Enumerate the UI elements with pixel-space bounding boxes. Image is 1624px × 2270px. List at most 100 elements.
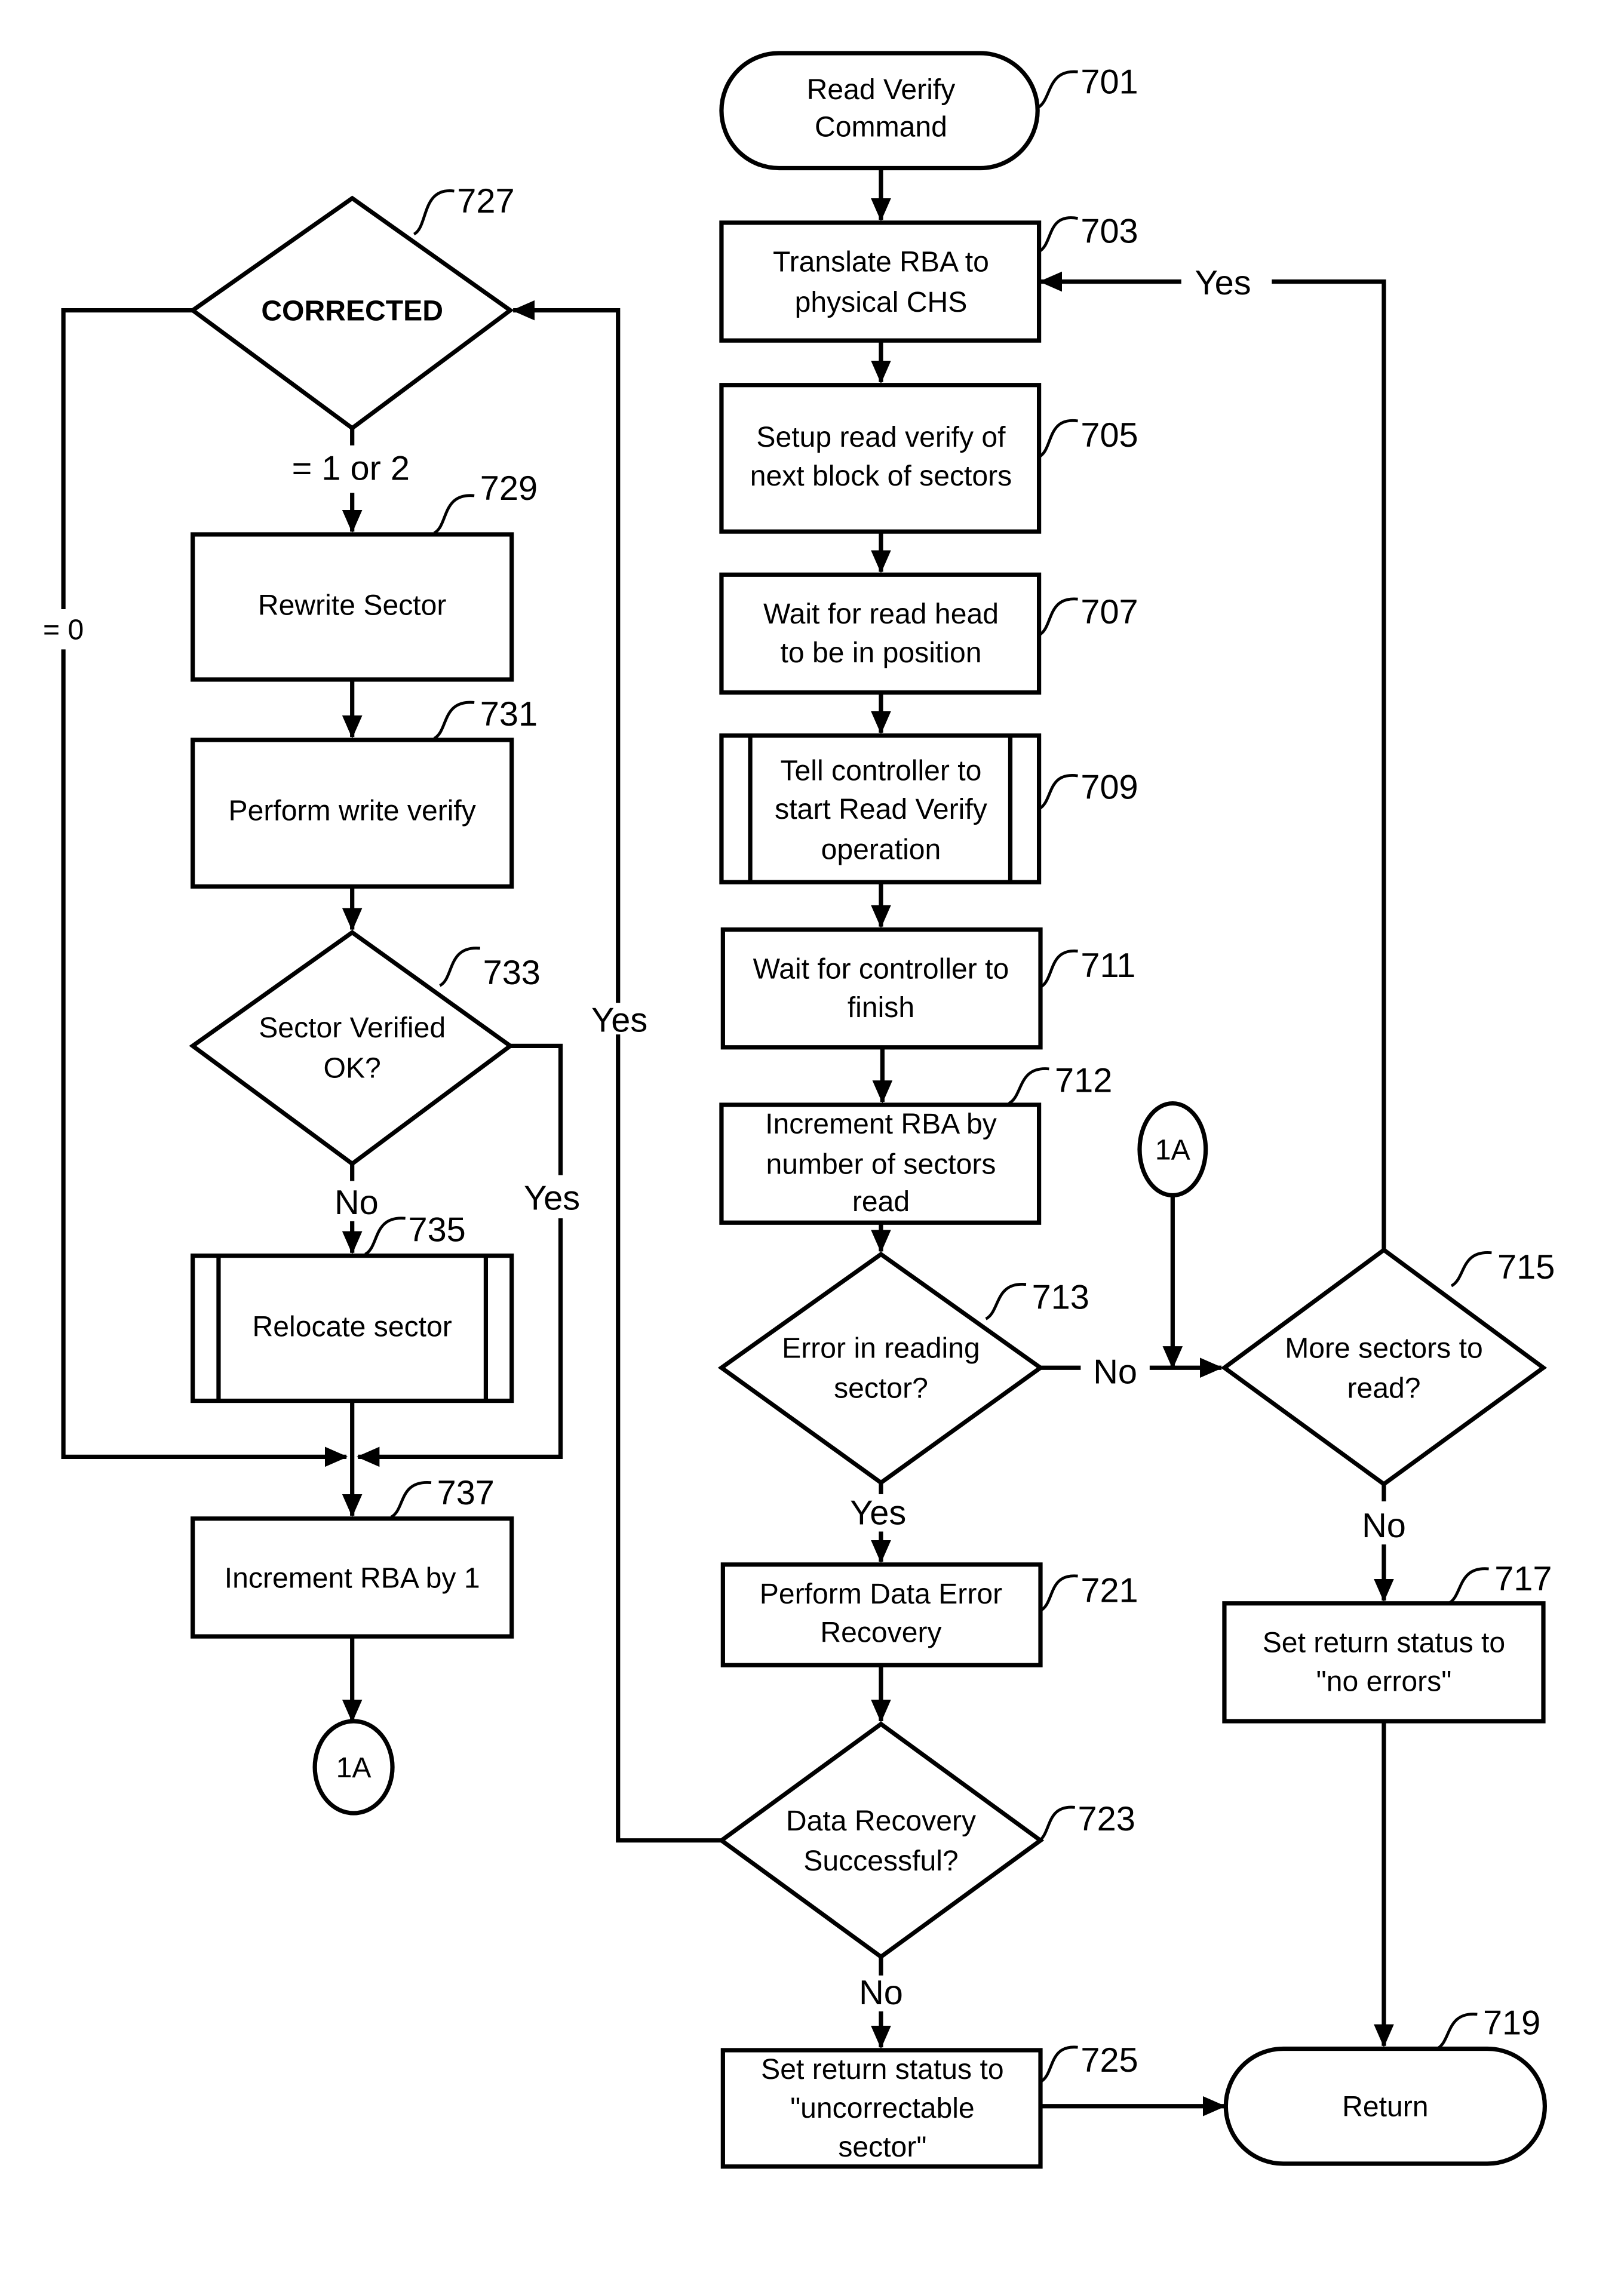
node-label: sector?	[834, 1372, 928, 1405]
ref-707: 707	[1080, 593, 1138, 631]
flowchart: Read Verify Command Translate RBA to phy…	[43, 51, 1555, 2169]
connector-1a-bottom: 1A	[312, 1719, 395, 1816]
leader-line	[433, 701, 475, 740]
node-label: read	[852, 1185, 910, 1218]
ref-737: 737	[437, 1474, 495, 1512]
node-715: More sectors to read?	[1220, 1247, 1548, 1487]
process-shape	[1222, 1601, 1546, 1724]
node-label: More sectors to	[1285, 1332, 1483, 1364]
leader-line	[1008, 1067, 1049, 1105]
edge-715-yes-a	[1272, 279, 1386, 1250]
node-727: CORRECTED	[189, 195, 514, 431]
ref-719: 719	[1483, 2004, 1540, 2042]
reference-numerals: 701 703 705 707 709 711 712 713 715 717 …	[364, 63, 1555, 2084]
edge-label-no: No	[334, 1184, 379, 1222]
edge-733-yes-a	[510, 1043, 563, 1175]
edge-723-yes-b	[511, 300, 621, 1003]
ref-711: 711	[1080, 947, 1135, 985]
node-737: Increment RBA by 1	[191, 1516, 514, 1639]
node-label: Set return status to	[1263, 1627, 1505, 1659]
leader-line	[1436, 2013, 1478, 2050]
node-label: read?	[1347, 1372, 1420, 1405]
leader-line	[1450, 1251, 1492, 1288]
ref-733: 733	[483, 954, 541, 992]
edge-label-1-or-2: = 1 or 2	[292, 450, 410, 488]
node-label: next block of sectors	[750, 460, 1012, 492]
leader-line	[1036, 1805, 1075, 1844]
ref-725: 725	[1080, 2041, 1138, 2079]
node-label: Wait for read head	[763, 598, 999, 630]
node-label: Translate RBA to	[773, 246, 989, 278]
leader-line	[413, 189, 455, 236]
node-label: start Read Verify	[775, 793, 987, 825]
edge-label-no: No	[1093, 1353, 1137, 1392]
node-label: Perform Data Error	[760, 1578, 1002, 1610]
ref-729: 729	[480, 469, 538, 508]
ref-705: 705	[1080, 416, 1138, 454]
connector-label: 1A	[336, 1752, 372, 1784]
node-label: "no errors"	[1316, 1666, 1452, 1698]
node-label: Command	[815, 111, 947, 143]
node-717: Set return status to "no errors"	[1222, 1601, 1546, 1724]
node-711: Wait for controller to finish	[720, 927, 1043, 1050]
leader-line	[1038, 597, 1078, 637]
node-label: Perform write verify	[229, 795, 476, 827]
node-label: Setup read verify of	[756, 421, 1006, 453]
node-label: Data Recovery	[786, 1805, 976, 1837]
leader-line	[1447, 1567, 1489, 1605]
node-719: Return	[1223, 2046, 1548, 2166]
node-label: Read Verify	[807, 73, 956, 106]
leader-line	[1039, 950, 1078, 988]
ref-717: 717	[1494, 1560, 1552, 1598]
node-701: Read Verify Command	[719, 51, 1040, 171]
leader-line	[1038, 419, 1078, 459]
leader-line	[985, 1283, 1027, 1320]
node-735: Relocate sector	[191, 1253, 514, 1403]
ref-701: 701	[1080, 63, 1138, 101]
node-label: OK?	[324, 1052, 381, 1084]
edge-727-0-a	[61, 308, 193, 610]
edge-label-no: No	[1362, 1507, 1406, 1545]
process-shape	[720, 927, 1043, 1050]
ref-712: 712	[1055, 1061, 1112, 1099]
leader-line	[1039, 1574, 1078, 1612]
edge-label-yes: Yes	[850, 1494, 906, 1532]
leader-line	[433, 494, 475, 535]
node-713: Error in reading sector?	[717, 1251, 1045, 1486]
node-733: Sector Verified OK?	[189, 929, 514, 1167]
leader-line	[390, 1481, 432, 1519]
ref-703: 703	[1080, 213, 1138, 251]
node-703: Translate RBA to physical CHS	[719, 220, 1042, 343]
node-705: Setup read verify of next block of secto…	[719, 383, 1042, 534]
connector-label: 1A	[1155, 1134, 1190, 1166]
node-label: "uncorrectable	[790, 2092, 975, 2124]
ref-731: 731	[480, 695, 538, 733]
node-label: Sector Verified	[259, 1012, 446, 1044]
leader-line	[1039, 2045, 1078, 2084]
leader-line	[1038, 216, 1078, 253]
node-label: Error in reading	[782, 1332, 980, 1364]
decision-shape	[1220, 1247, 1548, 1487]
node-label: number of sectors	[766, 1148, 996, 1180]
ref-721: 721	[1080, 1571, 1138, 1609]
ref-715: 715	[1497, 1248, 1555, 1286]
node-label: to be in position	[780, 637, 981, 669]
connector-1a-top: 1A	[1137, 1101, 1208, 1198]
node-label: Increment RBA by 1	[225, 1562, 480, 1594]
node-729: Rewrite Sector	[191, 532, 514, 682]
node-label: finish	[848, 991, 914, 1024]
edge-723-yes-a	[616, 1034, 722, 1843]
node-731: Perform write verify	[191, 738, 514, 889]
decision-shape	[189, 929, 514, 1167]
process-shape	[719, 220, 1042, 343]
node-label: Rewrite Sector	[258, 589, 446, 622]
leader-line	[364, 1217, 406, 1256]
node-label: Set return status to	[761, 2053, 1003, 2085]
leader-line	[1038, 774, 1078, 810]
decision-shape	[717, 1251, 1045, 1486]
node-label: Increment RBA by	[765, 1108, 997, 1140]
process-shape	[719, 383, 1042, 534]
node-label: sector"	[838, 2131, 926, 2163]
edge-label-no: No	[859, 1974, 903, 2012]
edge-label-yes: Yes	[1195, 264, 1251, 302]
